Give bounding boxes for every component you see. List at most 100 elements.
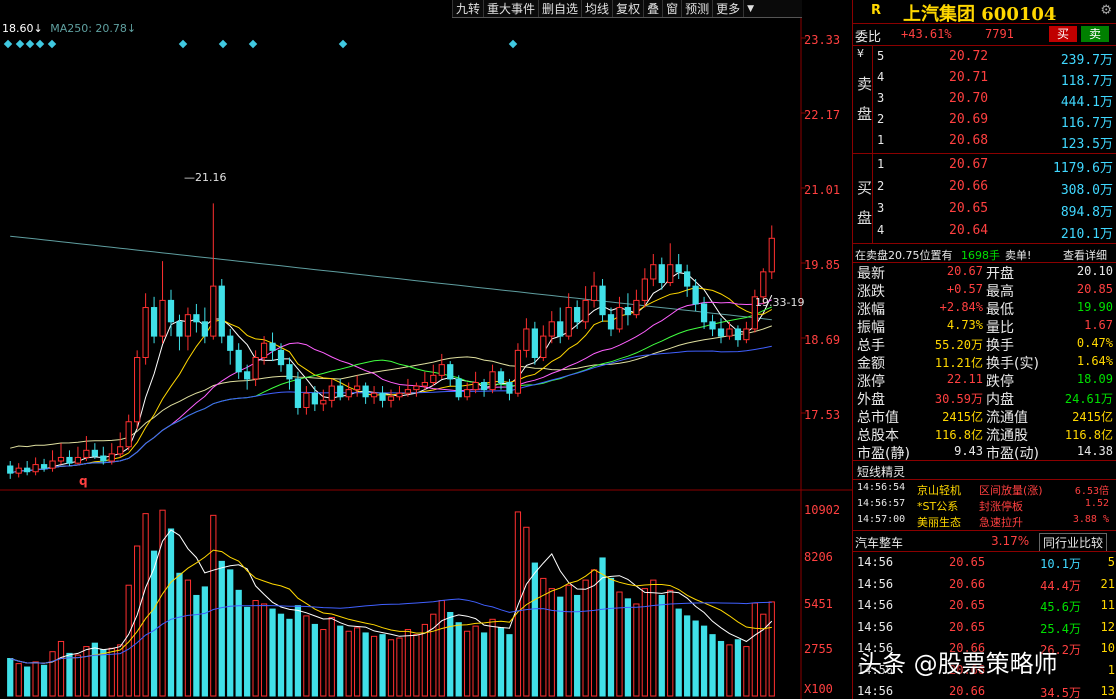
ask-row: 3 20.70 444.1万 <box>853 88 1116 110</box>
bid-row: 4 20.64 210.1万 <box>853 220 1116 242</box>
signal-marker <box>15 39 25 49</box>
toolbar-remove-watch[interactable]: 删自选 <box>538 0 581 17</box>
tick-price: 20.66 <box>949 576 986 591</box>
candle-body <box>83 449 90 458</box>
short-title[interactable]: 短线精灵 <box>857 463 905 480</box>
volume-bar <box>667 589 674 697</box>
stat-label: 涨跌 <box>857 284 885 300</box>
bid-level: 1 <box>877 157 885 171</box>
short-item[interactable]: 14:56:57 *ST公系 封涨停板 1.52 <box>853 497 1116 513</box>
stat-value: 1.67 <box>1084 318 1113 332</box>
volume-bar <box>125 584 132 697</box>
notice-detail-link[interactable]: 查看详细 <box>1063 247 1107 263</box>
candle-body <box>658 264 665 284</box>
candle-body <box>557 321 564 337</box>
stat-row: 总市值 2415亿 流通值 2415亿 <box>853 407 1116 426</box>
stat-row: 振幅 4.73% 量比 1.67 <box>853 317 1116 336</box>
short-event: 封涨停板 <box>979 500 1023 513</box>
bid-volume: 308.0万 <box>1060 183 1113 198</box>
candle-body <box>760 271 767 298</box>
volume-bar <box>548 588 555 697</box>
toolbar-overlay[interactable]: 叠 <box>643 0 662 17</box>
candle-body <box>497 371 505 383</box>
candle-body <box>455 378 462 398</box>
volume-bar <box>108 647 115 697</box>
volume-bar <box>557 596 564 697</box>
volume-bar <box>269 608 276 697</box>
bid-volume: 894.8万 <box>1060 205 1113 220</box>
candle-body <box>269 342 276 351</box>
kline-chart[interactable] <box>0 0 852 699</box>
volume-bar <box>734 639 742 697</box>
tick-price: 20.65 <box>949 598 986 612</box>
candle-body <box>667 264 674 284</box>
sell-button[interactable]: 卖 <box>1081 26 1109 42</box>
volume-bar <box>675 608 682 697</box>
volume-bar <box>252 600 259 697</box>
weibi-diff: 7791 <box>985 27 1014 41</box>
toolbar-events[interactable]: 重大事件 <box>483 0 538 17</box>
short-stock: 京山轻机 <box>917 484 961 497</box>
toolbar-ma[interactable]: 均线 <box>581 0 612 17</box>
toolbar-forecast[interactable]: 预测 <box>681 0 712 17</box>
ask-level: 3 <box>877 91 885 105</box>
tick-row: 14:56 20.65 10.1万 5 <box>853 552 1116 573</box>
candle-body <box>565 307 572 337</box>
candle-body <box>108 453 115 462</box>
ask-volume: 118.7万 <box>1060 74 1113 89</box>
ask-row: 2 20.69 116.7万 <box>853 109 1116 131</box>
tick-price: 20.65 <box>949 619 986 634</box>
toolbar-adjust[interactable]: 复权 <box>612 0 643 17</box>
toolbar-more[interactable]: 更多 <box>712 0 743 17</box>
short-item[interactable]: 14:56:54 京山轻机 区间放量(涨) 6.53倍 <box>853 481 1116 497</box>
ask-price: 20.69 <box>949 112 989 127</box>
volume-bar <box>692 620 699 697</box>
short-event: 急速拉升 <box>979 516 1023 529</box>
candle-body <box>252 357 259 380</box>
volume-bar <box>760 613 767 697</box>
volume-bar <box>142 513 149 697</box>
volume-bar <box>303 615 310 697</box>
volume-bar <box>700 625 708 697</box>
volume-bar <box>582 579 589 697</box>
candle-body <box>548 321 555 337</box>
ma120-line <box>10 325 772 449</box>
stat-label: 外盘 <box>857 392 885 408</box>
volume-bar <box>506 634 513 697</box>
candle-body <box>218 285 225 337</box>
volume-bar <box>574 594 581 697</box>
chart-toolbar: 九转 重大事件 删自选 均线 复权 叠 窗 预测 更多 ▼ <box>452 0 802 18</box>
dropdown-arrow-icon[interactable]: ▼ <box>743 0 757 17</box>
tick-volume: 25.4万 <box>1040 621 1081 636</box>
volume-bar <box>658 594 665 697</box>
toolbar-jiuzhuan[interactable]: 九转 <box>452 0 483 17</box>
volume-bar <box>311 623 318 697</box>
bid-volume: 1179.6万 <box>1053 161 1113 176</box>
ask-row: 5 20.72 239.7万 <box>853 46 1116 68</box>
buy-button[interactable]: 买 <box>1049 26 1077 42</box>
candle-body <box>184 314 192 337</box>
stat-value: 116.8亿 <box>1064 428 1113 442</box>
bid-row: 3 20.65 894.8万 <box>853 198 1116 220</box>
candle-body <box>125 421 132 448</box>
price-tick: 17.53 <box>804 408 841 422</box>
toolbar-window[interactable]: 窗 <box>662 0 681 17</box>
bid-row: 2 20.66 308.0万 <box>853 176 1116 198</box>
short-item[interactable]: 14:57:00 美丽生态 急速拉升 3.88 % <box>853 513 1116 529</box>
low-marker: q <box>79 474 88 488</box>
stat-value: 55.20万 <box>934 338 983 352</box>
industry-compare-button[interactable]: 同行业比较 <box>1039 533 1108 552</box>
candle-body <box>768 237 775 273</box>
signal-marker <box>3 39 13 49</box>
ask-price: 20.68 <box>949 133 989 148</box>
candle-body <box>404 389 412 394</box>
gear-icon[interactable]: ⚙ <box>1100 3 1112 18</box>
stock-title: 上汽集团 600104 <box>903 4 1057 25</box>
volume-bar <box>396 637 403 697</box>
ma5-line <box>10 272 773 474</box>
ask-volume: 116.7万 <box>1060 116 1113 131</box>
stat-label: 跌停 <box>986 374 1014 390</box>
stat-label: 最高 <box>986 284 1014 300</box>
stat-row: 市盈(静) 9.43 市盈(动) 14.38 <box>853 443 1116 462</box>
volume-bar <box>66 652 73 697</box>
